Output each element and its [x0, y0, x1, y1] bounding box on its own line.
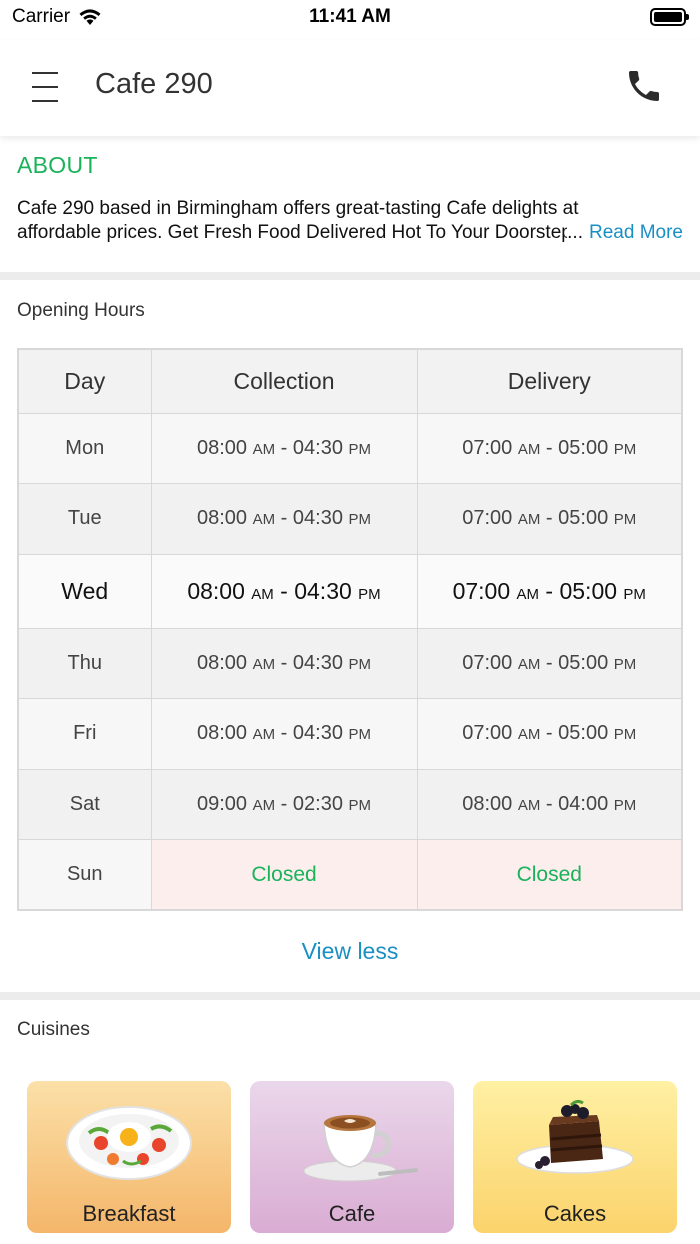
day-cell: Wed: [17, 553, 152, 629]
page-title: Cafe 290: [95, 68, 213, 100]
cuisine-card-cakes[interactable]: Cakes: [473, 1081, 677, 1233]
app-header: Cafe 290: [0, 40, 700, 136]
collection-hours-cell: 08:00 AM - 04:30 PM: [150, 627, 418, 699]
table-row: Fri 08:00 AM - 04:30 PM 07:00 AM - 05:00…: [17, 698, 683, 770]
delivery-hours-cell: 07:00 AM - 05:00 PM: [416, 553, 683, 629]
about-description: Cafe 290 based in Birmingham offers grea…: [17, 197, 683, 245]
delivery-closed-cell: Closed: [416, 839, 683, 911]
phone-icon[interactable]: [624, 66, 664, 106]
clock: 11:41 AM: [309, 6, 391, 27]
day-cell: Sat: [17, 768, 152, 840]
coffee-cup-icon: [303, 1115, 418, 1182]
table-row-today: Wed 08:00 AM - 04:30 PM 07:00 AM - 05:00…: [17, 553, 683, 629]
about-ellipsis: ...: [567, 222, 583, 243]
collection-closed-cell: Closed: [150, 839, 418, 911]
day-cell: Fri: [17, 698, 152, 770]
table-row: Mon 08:00 AM - 04:30 PM 07:00 AM - 05:00…: [17, 412, 683, 484]
collection-hours-cell: 08:00 AM - 04:30 PM: [150, 698, 418, 770]
table-row: Tue 08:00 AM - 04:30 PM 07:00 AM - 05:00…: [17, 483, 683, 555]
opening-hours-label: Opening Hours: [17, 300, 145, 321]
status-bar: Carrier 11:41 AM: [0, 0, 700, 40]
delivery-hours-cell: 07:00 AM - 05:00 PM: [416, 412, 683, 484]
read-more-link[interactable]: Read More: [589, 221, 683, 245]
cuisine-card-breakfast[interactable]: Breakfast: [27, 1081, 231, 1233]
day-cell: Sun: [17, 839, 152, 911]
cake-slice-icon: [516, 1099, 634, 1174]
breakfast-plate-icon: [66, 1106, 192, 1180]
table-row: Sat 09:00 AM - 02:30 PM 08:00 AM - 04:00…: [17, 768, 683, 840]
cuisine-label: Cafe: [328, 1201, 376, 1226]
opening-hours-table: Day Collection Delivery Mon 08:00 AM - 0…: [17, 348, 683, 911]
cuisine-label: Breakfast: [82, 1201, 176, 1226]
day-cell: Mon: [17, 412, 152, 484]
collection-hours-cell: 08:00 AM - 04:30 PM: [150, 553, 418, 629]
about-line-1: Cafe 290 based in Birmingham offers grea…: [17, 198, 579, 219]
header-collection: Collection: [150, 348, 418, 414]
view-less-link[interactable]: View less: [0, 938, 700, 965]
table-row: Sun Closed Closed: [17, 839, 683, 911]
table-row: Thu 08:00 AM - 04:30 PM 07:00 AM - 05:00…: [17, 627, 683, 699]
cuisines-label: Cuisines: [17, 1019, 90, 1040]
header-day: Day: [17, 348, 152, 414]
about-line-2-text: affordable prices. Get Fresh Food Delive…: [17, 222, 568, 243]
delivery-hours-cell: 07:00 AM - 05:00 PM: [416, 698, 683, 770]
delivery-hours-cell: 07:00 AM - 05:00 PM: [416, 483, 683, 555]
collection-hours-cell: 09:00 AM - 02:30 PM: [150, 768, 418, 840]
divider: [0, 992, 700, 1000]
collection-hours-cell: 08:00 AM - 04:30 PM: [150, 483, 418, 555]
battery-icon: [650, 8, 689, 26]
day-cell: Tue: [17, 483, 152, 555]
hamburger-menu-icon[interactable]: [24, 70, 64, 104]
delivery-hours-cell: 07:00 AM - 05:00 PM: [416, 627, 683, 699]
collection-hours-cell: 08:00 AM - 04:30 PM: [150, 412, 418, 484]
about-section: ABOUT Cafe 290 based in Birmingham offer…: [0, 136, 700, 272]
delivery-hours-cell: 08:00 AM - 04:00 PM: [416, 768, 683, 840]
divider: [0, 272, 700, 280]
day-cell: Thu: [17, 627, 152, 699]
about-title: ABOUT: [17, 152, 98, 178]
cuisine-card-cafe[interactable]: Cafe: [250, 1081, 454, 1233]
header-delivery: Delivery: [416, 348, 683, 414]
table-header-row: Day Collection Delivery: [17, 348, 683, 414]
cuisine-label: Cakes: [543, 1201, 607, 1226]
about-line-2: affordable prices. Get Fresh Food Delive…: [17, 221, 683, 245]
